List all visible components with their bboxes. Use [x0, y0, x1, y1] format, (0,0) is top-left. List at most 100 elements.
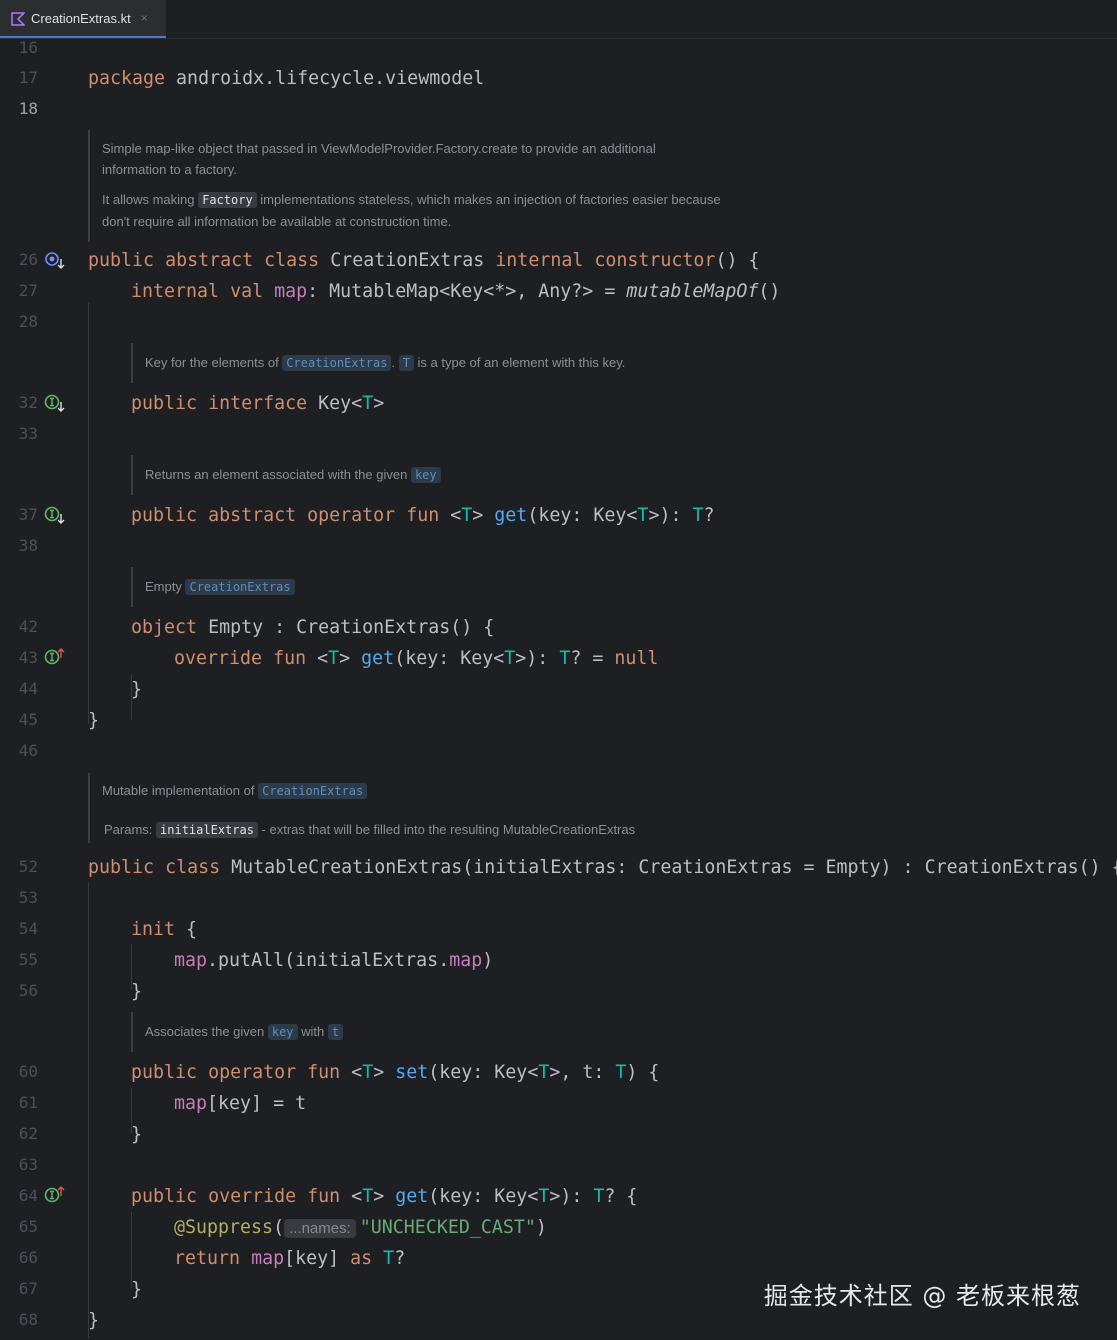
- type-param: T: [362, 393, 374, 414]
- class-name: CreationExtras: [330, 250, 485, 271]
- line-number: 37: [18, 505, 38, 524]
- type-name: Key: [494, 1062, 528, 1083]
- close-tab-icon[interactable]: ×: [141, 11, 148, 25]
- line-number: 43: [18, 648, 38, 667]
- code-line: 18: [0, 99, 1117, 121]
- overrides-method-icon[interactable]: [44, 1184, 66, 1206]
- kotlin-file-icon: [11, 11, 26, 26]
- doc-text: Mutable implementation of: [102, 783, 259, 798]
- keyword: val: [230, 281, 264, 302]
- tab-creationextras-kt[interactable]: CreationExtras.kt ×: [0, 0, 166, 38]
- code-text: @Suppress(...names: "UNCHECKED_CAST"): [174, 1217, 547, 1238]
- keyword: class: [264, 250, 320, 271]
- line-number: 65: [18, 1217, 38, 1236]
- parameter: initialExtras: [473, 857, 617, 878]
- line-number: 55: [18, 950, 38, 969]
- doc-text: Simple map-like object that passed in Vi…: [102, 141, 656, 156]
- doc-comment-key: Key for the elements of CreationExtras. …: [131, 343, 745, 383]
- property: map: [274, 281, 308, 302]
- doc-text: .: [391, 355, 399, 370]
- code-line: 53: [0, 888, 1117, 910]
- code-line: 56 }: [0, 981, 1117, 1003]
- doc-text: Params:: [104, 822, 157, 837]
- type-param: T: [615, 1062, 627, 1083]
- line-number: 33: [18, 424, 38, 443]
- line-number: 54: [18, 919, 38, 938]
- punctuation: () {: [450, 617, 495, 638]
- code-line: 27 internal val map: MutableMap<Key<*>, …: [0, 281, 1117, 303]
- code-text: internal val map: MutableMap<Key<*>, Any…: [131, 281, 780, 302]
- line-number: 44: [18, 679, 38, 698]
- doc-code-chip[interactable]: Factory: [198, 192, 257, 208]
- overrides-method-icon[interactable]: [44, 646, 66, 668]
- implemented-by-icon[interactable]: [44, 250, 66, 272]
- keyword: public: [131, 1186, 198, 1207]
- code-line: 66 return map[key] as T?: [0, 1248, 1117, 1270]
- type-name: Key: [494, 1186, 528, 1207]
- function-call: mutableMapOf: [626, 281, 759, 302]
- line-number: 63: [18, 1155, 38, 1174]
- keyword: operator: [307, 505, 396, 526]
- function-call: putAll: [218, 950, 285, 971]
- doc-comment-get: Returns an element associated with the g…: [131, 455, 545, 495]
- code-text: }: [131, 981, 143, 1002]
- watermark: 掘金技术社区 @ 老板来根葱: [763, 1282, 1081, 1310]
- keyword: class: [165, 857, 221, 878]
- line-number: 68: [18, 1310, 38, 1329]
- function-name: set: [395, 1062, 429, 1083]
- implemented-interface-icon[interactable]: [44, 393, 66, 415]
- doc-text: implementations stateless, which makes a…: [256, 192, 721, 207]
- object-name: Empty: [208, 617, 264, 638]
- doc-link-chip[interactable]: key: [267, 1024, 298, 1040]
- doc-text: Associates the given: [145, 1024, 268, 1039]
- doc-link-chip[interactable]: CreationExtras: [282, 355, 392, 371]
- code-text: map[key] = t: [174, 1093, 307, 1114]
- code-text: }: [131, 1124, 143, 1145]
- keyword: public: [88, 857, 155, 878]
- code-line: 65 @Suppress(...names: "UNCHECKED_CAST"): [0, 1217, 1117, 1239]
- code-line: 60 public operator fun <T> set(key: Key<…: [0, 1062, 1117, 1084]
- code-editor[interactable]: 16 17 package androidx.lifecycle.viewmod…: [0, 38, 1117, 1340]
- type-param: T: [538, 1186, 550, 1207]
- code-line: 52 public class MutableCreationExtras(in…: [0, 857, 1117, 879]
- punctuation: () {: [1078, 857, 1117, 878]
- code-text: }: [88, 710, 100, 731]
- line-number: 60: [18, 1062, 38, 1081]
- keyword: public: [131, 505, 198, 526]
- code-text: }: [131, 1279, 143, 1300]
- doc-text: Empty: [145, 579, 186, 594]
- line-number: 67: [18, 1279, 38, 1298]
- doc-link-chip[interactable]: CreationExtras: [258, 783, 368, 799]
- line-number: 52: [18, 857, 38, 876]
- doc-link-chip[interactable]: CreationExtras: [185, 579, 295, 595]
- type-name: Key: [593, 505, 627, 526]
- type-param: T: [593, 1186, 605, 1207]
- property: map: [174, 1093, 208, 1114]
- code-text: public interface Key<T>: [131, 393, 385, 414]
- keyword: fun: [307, 1186, 341, 1207]
- doc-code-chip[interactable]: initialExtras: [156, 822, 258, 838]
- keyword: return: [174, 1248, 241, 1269]
- punctuation: () {: [715, 250, 760, 271]
- code-line: 16: [0, 38, 1117, 60]
- doc-link-chip[interactable]: T: [398, 355, 414, 371]
- doc-comment-mutablecreationextras: Mutable implementation of CreationExtras…: [88, 773, 802, 843]
- keyword: fun: [273, 648, 307, 669]
- code-line: 44 }: [0, 679, 1117, 701]
- type-name: Key: [460, 648, 494, 669]
- property: map: [251, 1248, 285, 1269]
- keyword: public: [131, 1062, 198, 1083]
- doc-link-chip[interactable]: t: [327, 1024, 344, 1040]
- type-param: T: [637, 505, 649, 526]
- package-name: androidx.lifecycle.viewmodel: [165, 68, 485, 89]
- type-name: CreationExtras: [924, 857, 1079, 878]
- line-number: 26: [18, 250, 38, 269]
- line-number: 56: [18, 981, 38, 1000]
- implemented-method-icon[interactable]: [44, 505, 66, 527]
- type-param: T: [362, 1062, 374, 1083]
- keyword: null: [614, 648, 659, 669]
- function-name: get: [395, 1186, 429, 1207]
- code-line: 38: [0, 536, 1117, 558]
- doc-link-chip[interactable]: key: [410, 467, 441, 483]
- string-literal: "UNCHECKED_CAST": [359, 1217, 536, 1238]
